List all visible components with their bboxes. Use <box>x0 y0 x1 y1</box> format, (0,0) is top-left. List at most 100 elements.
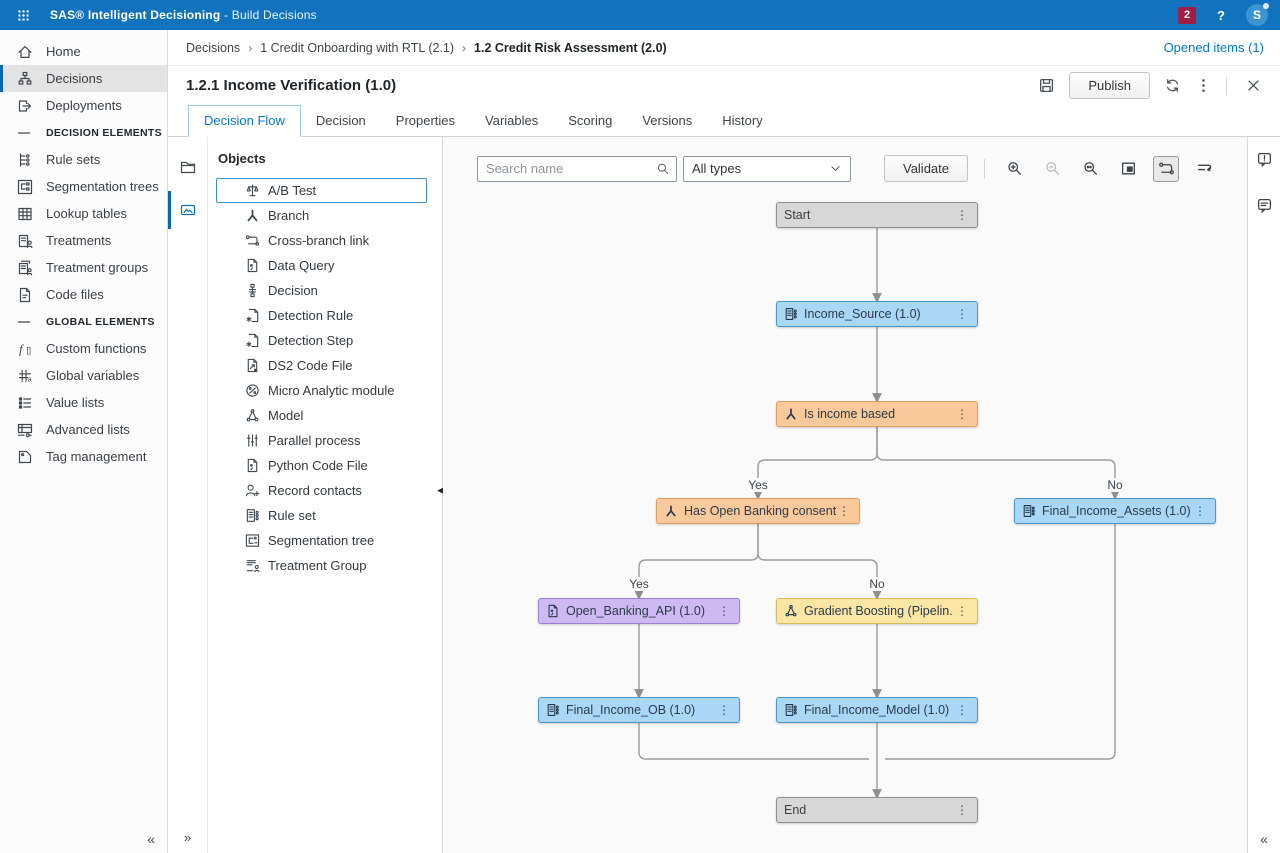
sidebar-item-advanced-lists[interactable]: Advanced lists <box>0 416 167 443</box>
flow-node-label: Gradient Boosting (Pipelin... <box>804 604 954 618</box>
object-item-data-query[interactable]: Data Query <box>216 253 427 278</box>
search-icon[interactable] <box>656 162 670 176</box>
node-menu-button[interactable]: ⋮ <box>954 703 970 717</box>
publish-button[interactable]: Publish <box>1069 72 1150 99</box>
deployments-icon <box>15 98 35 114</box>
flow-node-start[interactable]: Start⋮ <box>776 202 978 228</box>
folder-view-button[interactable] <box>168 150 207 184</box>
help-button[interactable]: ? <box>1213 8 1229 23</box>
edge-label-yes-2: Yes <box>745 478 771 492</box>
tab-decision-flow[interactable]: Decision Flow <box>188 105 301 137</box>
zoom-in-button[interactable] <box>1001 156 1027 182</box>
objects-view-button[interactable] <box>168 193 207 227</box>
object-item-branch[interactable]: Branch <box>216 203 427 228</box>
search-input[interactable] <box>486 161 656 176</box>
notification-badge[interactable]: 2 <box>1178 7 1196 24</box>
tab-versions[interactable]: Versions <box>627 106 707 136</box>
type-filter-select[interactable]: All types <box>683 156 851 182</box>
save-icon[interactable] <box>1038 77 1055 94</box>
sidebar-item-tag-management[interactable]: Tag management <box>0 443 167 470</box>
apps-grid-button[interactable] <box>8 9 38 22</box>
flow-node-label: Is income based <box>804 407 954 421</box>
object-item-model[interactable]: Model <box>216 403 427 428</box>
rail-collapse-button[interactable]: « <box>1248 831 1280 847</box>
issues-button[interactable] <box>1256 151 1273 171</box>
data-query-icon <box>546 604 560 618</box>
object-item-rule-set[interactable]: Rule set <box>216 503 427 528</box>
sidebar-item-home[interactable]: Home <box>0 38 167 65</box>
sidebar-item-rule-sets[interactable]: Rule sets <box>0 146 167 173</box>
breadcrumb-item-decisions[interactable]: Decisions <box>186 41 240 55</box>
segmentation-tree-icon <box>243 533 261 548</box>
zoom-reset-button[interactable] <box>1077 156 1103 182</box>
node-menu-button[interactable]: ⋮ <box>954 307 970 321</box>
tab-properties[interactable]: Properties <box>381 106 470 136</box>
close-icon[interactable] <box>1241 77 1266 94</box>
node-menu-button[interactable]: ⋮ <box>954 604 970 618</box>
object-item-python-code-file[interactable]: Python Code File <box>216 453 427 478</box>
tab-decision[interactable]: Decision <box>301 106 381 136</box>
sidebar-item-global-variables[interactable]: aGlobal variables <box>0 362 167 389</box>
flow-node-final-income-assets[interactable]: Final_Income_Assets (1.0)⋮ <box>1014 498 1216 524</box>
sidebar-item-treatment-groups[interactable]: Treatment groups <box>0 254 167 281</box>
object-item-detection-rule[interactable]: Detection Rule <box>216 303 427 328</box>
sidebar-item-treatments[interactable]: Treatments <box>0 227 167 254</box>
flow-node-open-banking-api[interactable]: Open_Banking_API (1.0)⋮ <box>538 598 740 624</box>
object-item-micro-analytic-module[interactable]: Micro Analytic module <box>216 378 427 403</box>
object-item-segmentation-tree[interactable]: Segmentation tree <box>216 528 427 553</box>
opened-items-link[interactable]: Opened items (1) <box>1164 40 1264 55</box>
zoom-out-button[interactable] <box>1039 156 1065 182</box>
comments-button[interactable] <box>1256 197 1273 217</box>
sidebar-item-decisions[interactable]: Decisions <box>0 65 167 92</box>
sidebar-item-deployments[interactable]: Deployments <box>0 92 167 119</box>
node-menu-button[interactable]: ⋮ <box>716 604 732 618</box>
sidebar-item-lookup-tables[interactable]: Lookup tables <box>0 200 167 227</box>
sidebar-item-custom-functions[interactable]: f[]Custom functions <box>0 335 167 362</box>
flow-node-end[interactable]: End⋮ <box>776 797 978 823</box>
flow-canvas[interactable]: All types Validate Start⋮ Income_Source (… <box>443 137 1247 853</box>
code-files-icon <box>15 287 35 303</box>
node-menu-button[interactable]: ⋮ <box>954 803 970 817</box>
rule-set-icon <box>784 703 798 717</box>
object-item-parallel-process[interactable]: Parallel process <box>216 428 427 453</box>
object-item-ds2-code-file[interactable]: DS2 Code File <box>216 353 427 378</box>
flow-node-is-income-based[interactable]: Is income based⋮ <box>776 401 978 427</box>
flow-node-has-open-banking-consent[interactable]: Has Open Banking consent⋮ <box>656 498 860 524</box>
breadcrumb-item-1-credit-onboarding-with-rtl-2-1[interactable]: 1 Credit Onboarding with RTL (2.1) <box>260 41 454 55</box>
cross-branch-link-icon <box>243 233 261 248</box>
overview-button[interactable] <box>1115 156 1141 182</box>
validate-button[interactable]: Validate <box>884 155 968 182</box>
ab-test-icon <box>243 183 261 198</box>
sidebar-item-code-files[interactable]: Code files <box>0 281 167 308</box>
sidebar-item-value-lists[interactable]: Value lists <box>0 389 167 416</box>
record-contacts-icon <box>243 483 261 498</box>
flow-node-gradient-boosting[interactable]: Gradient Boosting (Pipelin...⋮ <box>776 598 978 624</box>
show-links-button[interactable] <box>1153 156 1179 182</box>
object-item-detection-step[interactable]: Detection Step <box>216 328 427 353</box>
avatar[interactable]: S <box>1246 4 1268 26</box>
object-item-a-b-test[interactable]: A/B Test <box>216 178 427 203</box>
more-menu-icon[interactable] <box>1195 77 1212 94</box>
node-menu-button[interactable]: ⋮ <box>716 703 732 717</box>
tab-variables[interactable]: Variables <box>470 106 553 136</box>
right-rail: « <box>1247 137 1280 853</box>
auto-layout-button[interactable] <box>1191 156 1217 182</box>
sidebar-item-segmentation-trees[interactable]: Segmentation trees <box>0 173 167 200</box>
strip-expand-button[interactable]: » <box>168 830 207 845</box>
flow-node-final-income-model[interactable]: Final_Income_Model (1.0)⋮ <box>776 697 978 723</box>
object-item-treatment-group[interactable]: Treatment Group <box>216 553 427 578</box>
tab-history[interactable]: History <box>707 106 777 136</box>
node-menu-button[interactable]: ⋮ <box>954 208 970 222</box>
node-menu-button[interactable]: ⋮ <box>836 504 852 518</box>
object-item-label: Parallel process <box>268 433 361 448</box>
tab-scoring[interactable]: Scoring <box>553 106 627 136</box>
refresh-icon[interactable] <box>1164 77 1181 94</box>
flow-node-final-income-ob[interactable]: Final_Income_OB (1.0)⋮ <box>538 697 740 723</box>
object-item-decision[interactable]: Decision <box>216 278 427 303</box>
flow-node-income-source[interactable]: Income_Source (1.0)⋮ <box>776 301 978 327</box>
object-item-record-contacts[interactable]: Record contacts <box>216 478 427 503</box>
object-item-cross-branch-link[interactable]: Cross-branch link <box>216 228 427 253</box>
node-menu-button[interactable]: ⋮ <box>954 407 970 421</box>
sidebar-collapse-button[interactable]: « <box>147 831 155 847</box>
node-menu-button[interactable]: ⋮ <box>1192 504 1208 518</box>
